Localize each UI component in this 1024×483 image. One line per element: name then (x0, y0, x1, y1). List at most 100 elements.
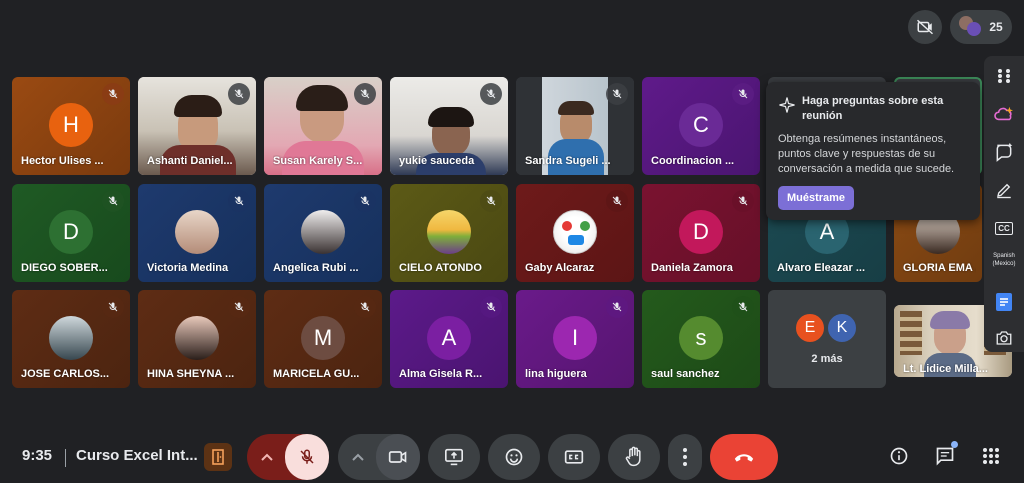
participant-tile[interactable]: Angelica Rubi ... (264, 184, 382, 282)
participants-avatars (959, 16, 982, 38)
present-screen-icon (445, 448, 463, 466)
mic-options-button[interactable] (255, 445, 279, 469)
chat-sparkle-button[interactable] (990, 138, 1018, 166)
more-participants-tile[interactable]: E K 2 más (768, 290, 886, 388)
room-button[interactable] (204, 443, 232, 471)
divider (65, 449, 66, 467)
mic-muted-icon (606, 296, 628, 318)
hand-icon (625, 446, 641, 467)
present-screen-button[interactable] (428, 434, 480, 480)
more-options-button[interactable] (668, 434, 702, 480)
chat-icon (936, 447, 954, 466)
apps-grid-icon (983, 448, 999, 464)
mic-muted-icon (228, 190, 250, 212)
participant-tile[interactable]: yukie sauceda (390, 77, 508, 175)
chat-button[interactable] (932, 441, 958, 469)
avatar (49, 316, 93, 360)
participants-button[interactable]: 25 (950, 10, 1012, 44)
participant-tile[interactable]: Ashanti Daniel... (138, 77, 256, 175)
video-camera-icon (388, 451, 407, 463)
screenshot-button[interactable] (990, 324, 1018, 352)
mic-muted-icon (606, 190, 628, 212)
gemini-button[interactable] (990, 100, 1018, 128)
captions-toggle-button[interactable] (548, 434, 600, 480)
participant-name: Daniela Zamora (651, 262, 733, 274)
avatar (427, 210, 471, 254)
participant-name: yukie sauceda (399, 155, 475, 167)
mic-muted-icon (354, 83, 376, 105)
participant-name: Lt. Lidice Milla... (903, 363, 988, 375)
participant-name: HINA SHEYNA ... (147, 368, 235, 380)
participant-name: Coordinacion ... (651, 155, 735, 167)
participant-name: JOSE CARLOS... (21, 368, 110, 380)
camera-control-group (338, 434, 420, 480)
participant-tile[interactable]: JOSE CARLOS... (12, 290, 130, 388)
popup-body: Obtenga resúmenes instantáneos, puntos c… (778, 133, 955, 175)
caption-language[interactable]: Spanish (Mexico) (986, 252, 1022, 268)
participant-tile[interactable]: Susan Karely S... (264, 77, 382, 175)
side-panel: CC Spanish (Mexico) (984, 56, 1024, 352)
participant-tile[interactable]: Sandra Sugeli ... (516, 77, 634, 175)
bottom-bar: 9:35 Curso Excel Int... (0, 413, 1024, 483)
avatar: s (679, 316, 723, 360)
camera-options-button[interactable] (346, 445, 370, 469)
show-me-button[interactable]: Muéstrame (778, 186, 854, 210)
avatar: D (679, 210, 723, 254)
participant-tile[interactable]: Victoria Medina (138, 184, 256, 282)
participant-name: GLORIA EMA ... (903, 262, 976, 274)
more-vert-icon (683, 448, 687, 466)
mic-muted-icon (732, 83, 754, 105)
reactions-button[interactable] (488, 434, 540, 480)
participant-tile[interactable]: s saul sanchez (642, 290, 760, 388)
participant-name: DIEGO SOBER... (21, 262, 108, 274)
chevron-up-icon (352, 453, 364, 461)
hide-self-view-button[interactable] (908, 10, 942, 44)
camera-toggle-button[interactable] (376, 434, 420, 480)
participant-name: Susan Karely S... (273, 155, 363, 167)
participant-tile[interactable]: HINA SHEYNA ... (138, 290, 256, 388)
participant-tile[interactable]: H Hector Ulises ... (12, 77, 130, 175)
apps-grid-icon (998, 69, 1010, 83)
participant-tile[interactable]: Gaby Alcaraz (516, 184, 634, 282)
hang-up-icon (734, 454, 754, 462)
avatar: C (679, 103, 723, 147)
mic-muted-icon (732, 190, 754, 212)
avatar: K (826, 312, 858, 344)
chat-sparkle-icon (996, 142, 1013, 162)
closed-captions-icon (564, 450, 584, 464)
mic-muted-icon (732, 296, 754, 318)
participant-tile[interactable]: CIELO ATONDO (390, 184, 508, 282)
mic-muted-icon (480, 190, 502, 212)
mic-muted-icon (480, 83, 502, 105)
mic-off-icon (300, 449, 314, 464)
mic-muted-icon (228, 296, 250, 318)
notes-button[interactable] (990, 176, 1018, 204)
participant-name: Gaby Alcaraz (525, 262, 595, 274)
participant-tile[interactable]: A Alma Gisela R... (390, 290, 508, 388)
participant-tile[interactable]: I lina higuera (516, 290, 634, 388)
participant-name: Angelica Rubi ... (273, 262, 359, 274)
meeting-info-button[interactable] (886, 443, 912, 469)
participant-name: Alvaro Eleazar ... (777, 262, 866, 274)
participant-tile[interactable]: D Daniela Zamora (642, 184, 760, 282)
participant-tile[interactable]: C Coordinacion ... (642, 77, 760, 175)
participant-count: 25 (989, 20, 1003, 34)
participant-name: lina higuera (525, 368, 587, 380)
mic-muted-icon (606, 83, 628, 105)
raise-hand-button[interactable] (608, 434, 660, 480)
participant-tile[interactable]: M MARICELA GU... (264, 290, 382, 388)
docs-button[interactable] (990, 288, 1018, 316)
mic-toggle-button[interactable] (285, 434, 329, 480)
avatar (301, 210, 345, 254)
participant-tile[interactable]: D DIEGO SOBER... (12, 184, 130, 282)
participant-name: saul sanchez (651, 368, 720, 380)
info-icon (890, 447, 908, 465)
avatar: E (794, 312, 826, 344)
leave-call-button[interactable] (710, 434, 778, 480)
activities-button[interactable] (978, 443, 1004, 469)
captions-button[interactable]: CC (990, 214, 1018, 242)
chat-notification-dot (951, 441, 958, 448)
more-count: 2 más (811, 353, 843, 365)
apps-button[interactable] (990, 62, 1018, 90)
mic-muted-icon (354, 296, 376, 318)
